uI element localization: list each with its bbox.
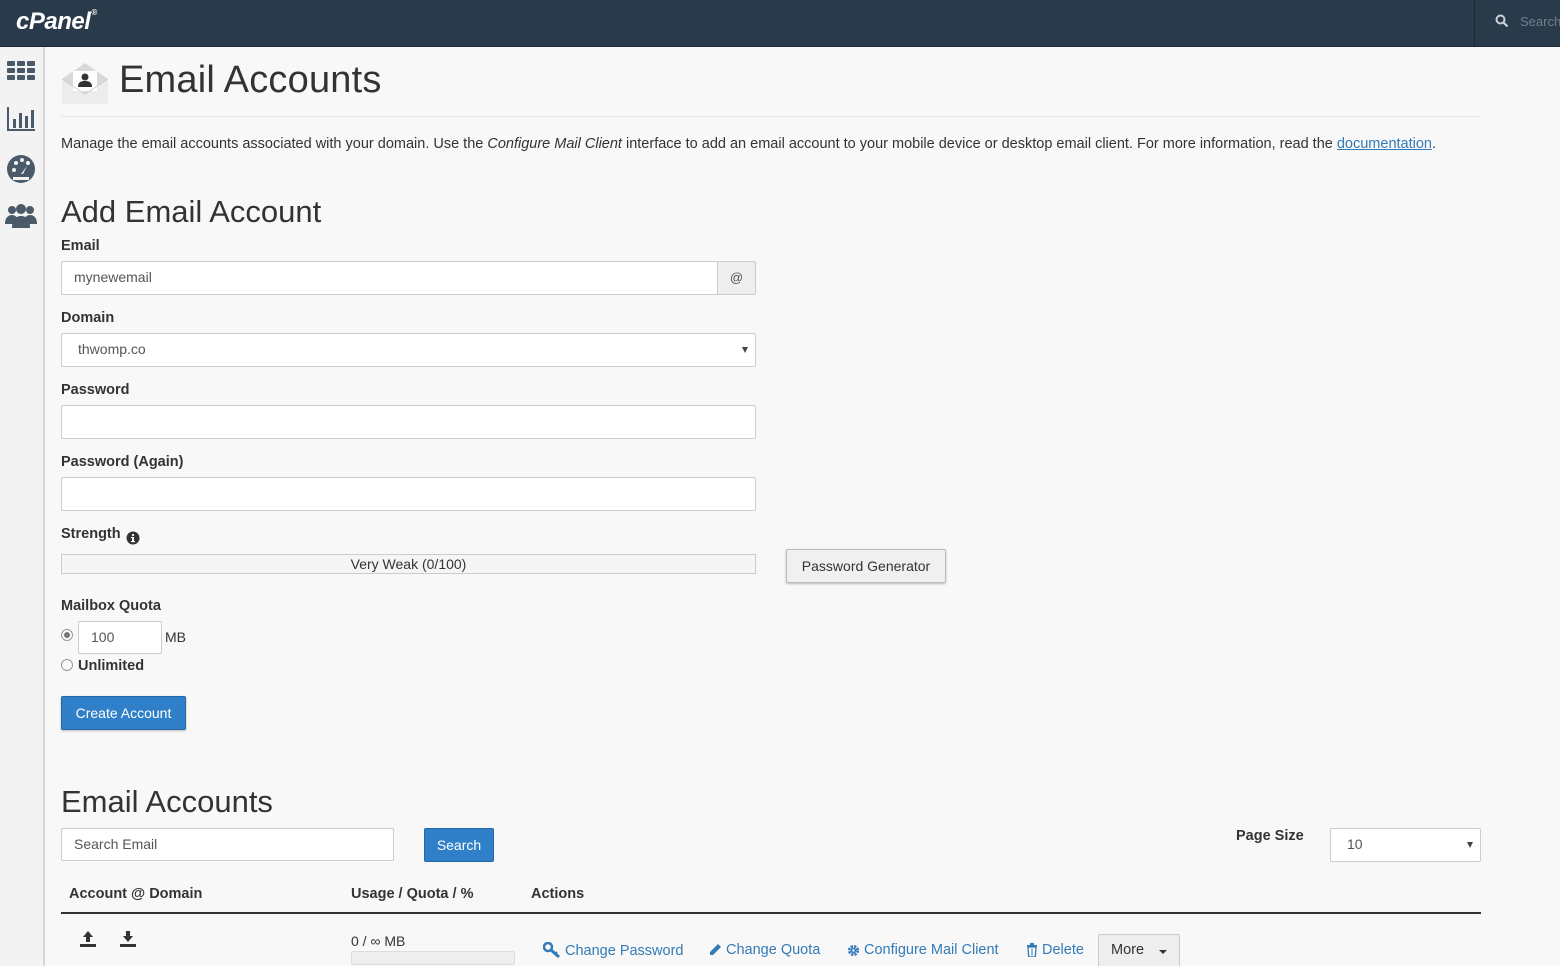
intro-text: Manage the email accounts associated wit… [61, 136, 1437, 152]
email-input-group: mynewemail @ [61, 261, 756, 295]
email-label: Email [61, 238, 100, 254]
gear-icon [847, 944, 860, 957]
email-accounts-heading: Email Accounts [61, 784, 273, 819]
table-header-divider [61, 912, 1481, 914]
change-password-action[interactable]: Change Password [542, 941, 684, 959]
search-email-input[interactable]: Search Email [61, 828, 394, 861]
page-size-label: Page Size [1236, 828, 1304, 844]
password-again-input[interactable] [61, 477, 756, 511]
quota-input[interactable]: 100 [78, 621, 162, 654]
stats-chart-icon[interactable] [5, 103, 37, 135]
page-size-select[interactable]: 10 [1330, 828, 1481, 862]
domain-select[interactable]: thwomp.co [61, 333, 756, 367]
at-sign-addon: @ [717, 261, 756, 295]
create-account-button[interactable]: Create Account [61, 696, 186, 730]
documentation-link[interactable]: documentation [1337, 136, 1432, 152]
column-header-actions: Actions [531, 886, 585, 902]
global-search[interactable]: Search [1474, 0, 1560, 46]
change-quota-action[interactable]: Change Quota [708, 942, 820, 958]
configure-mail-client-action[interactable]: Configure Mail Client [847, 942, 999, 958]
search-button[interactable]: Search [424, 828, 494, 862]
caret-down-icon [1159, 950, 1167, 954]
column-header-account[interactable]: Account @ Domain [69, 886, 202, 902]
column-header-usage[interactable]: Usage / Quota / % [351, 886, 473, 902]
unlimited-label[interactable]: Unlimited [78, 658, 144, 674]
password-again-label: Password (Again) [61, 454, 184, 470]
quota-unit: MB [165, 629, 186, 645]
download-icon[interactable] [119, 930, 137, 948]
apps-grid-icon[interactable] [5, 55, 37, 87]
password-generator-button[interactable]: Password Generator [786, 549, 946, 583]
chevron-down-icon [1467, 842, 1473, 848]
domain-select-value: thwomp.co [78, 341, 146, 357]
global-search-input[interactable]: Search [1520, 14, 1560, 29]
delete-action[interactable]: Delete [1026, 942, 1084, 958]
strength-text: Very Weak (0/100) [350, 556, 467, 572]
cpanel-logo[interactable]: cPanel® [16, 8, 97, 36]
users-icon[interactable] [5, 199, 37, 231]
usage-progress-bar [351, 951, 515, 965]
more-dropdown-button[interactable]: More [1098, 934, 1180, 966]
email-accounts-icon [61, 63, 109, 104]
mailbox-quota-label: Mailbox Quota [61, 598, 161, 614]
upload-icon[interactable] [79, 930, 97, 948]
password-strength-meter: Very Weak (0/100) [61, 554, 756, 574]
quota-custom-radio[interactable] [61, 629, 73, 641]
chevron-down-icon [742, 347, 748, 353]
dashboard-gauge-icon[interactable] [5, 152, 37, 184]
email-input[interactable]: mynewemail [61, 261, 718, 295]
trash-icon [1027, 943, 1037, 958]
page-title: Email Accounts [119, 59, 382, 101]
quota-unlimited-radio[interactable] [61, 659, 73, 671]
top-bar: cPanel® Search [0, 0, 1560, 47]
password-input[interactable] [61, 405, 756, 439]
domain-label: Domain [61, 310, 115, 326]
password-label: Password [61, 382, 130, 398]
pencil-icon [710, 944, 721, 955]
search-icon [1495, 14, 1509, 28]
key-icon [542, 941, 560, 959]
add-email-heading: Add Email Account [61, 194, 322, 229]
strength-label: Strength [61, 526, 121, 542]
usage-text: 0 / ∞ MB [351, 933, 406, 949]
page-size-value: 10 [1347, 836, 1363, 852]
page-header: Email Accounts [61, 59, 1481, 117]
left-nav [0, 47, 45, 966]
search-email-placeholder: Search Email [74, 836, 158, 852]
info-icon[interactable] [126, 531, 140, 545]
